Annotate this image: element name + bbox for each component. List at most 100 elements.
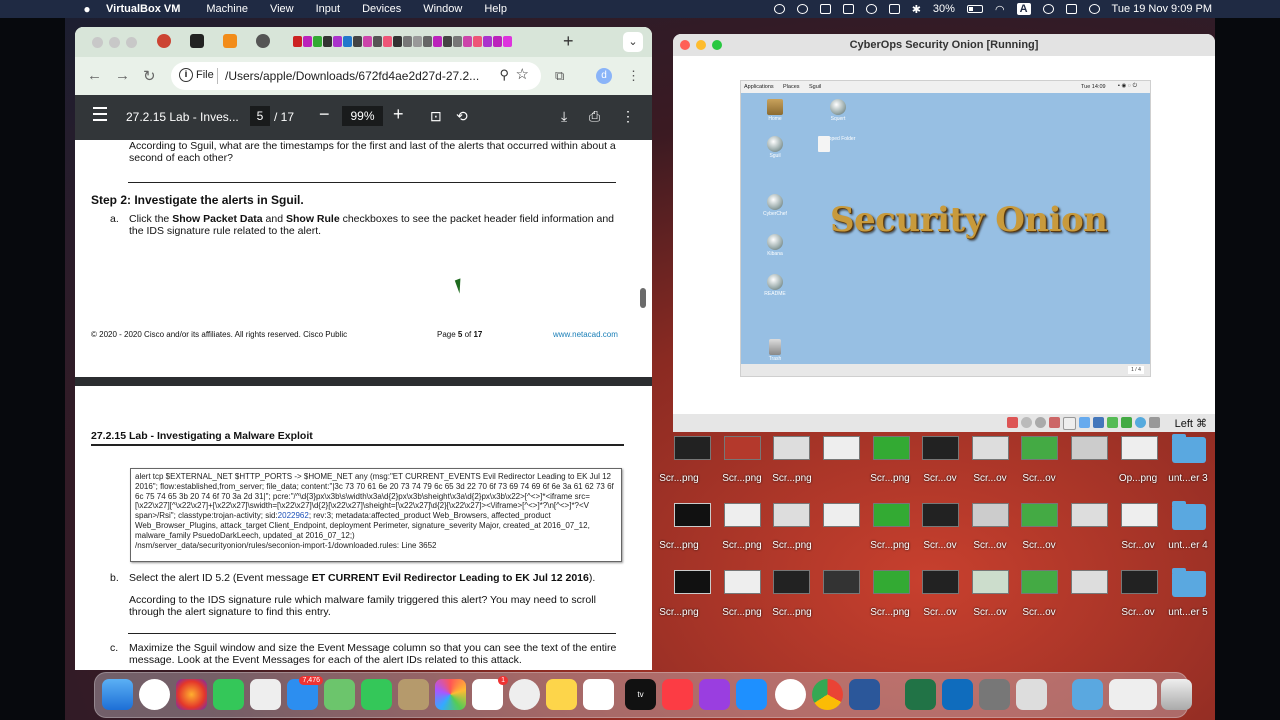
menu-help[interactable]: Help (484, 3, 507, 15)
pdf-scrollbar-thumb[interactable] (640, 288, 646, 308)
zoom-out-button[interactable]: − (319, 104, 330, 125)
desktop-icon-readme[interactable]: README (755, 274, 795, 297)
address-bar[interactable]: i File /Users/apple/Downloads/672fd4ae2d… (171, 62, 541, 90)
facetime-icon[interactable] (361, 679, 392, 710)
launchpad-icon[interactable] (250, 679, 281, 710)
tab-favicon-globe[interactable] (256, 34, 270, 48)
forward-arrow-icon[interactable]: → (115, 67, 130, 84)
maps-icon[interactable] (324, 679, 355, 710)
file-thumb[interactable] (1121, 570, 1158, 594)
file-thumb[interactable] (674, 436, 711, 460)
menu-input[interactable]: Input (316, 3, 340, 15)
new-tab-button[interactable]: + (563, 31, 574, 52)
vbox-minimize-button[interactable] (696, 40, 706, 50)
tab-favicon-chrome[interactable] (157, 34, 171, 48)
vbox-zoom-button[interactable] (712, 40, 722, 50)
firefox-icon[interactable] (176, 679, 207, 710)
url-text[interactable]: /Users/apple/Downloads/672fd4ae2d27d-27.… (225, 69, 479, 83)
desktop-icon-squert[interactable]: Squert (818, 99, 858, 122)
whatsapp-icon[interactable] (509, 679, 540, 710)
tab-favicon-amazon[interactable] (223, 34, 237, 48)
file-thumb[interactable] (823, 503, 860, 527)
extensions-icon[interactable]: ⧉ (555, 68, 564, 84)
workspace-pager[interactable]: 1 / 4 (1128, 366, 1144, 374)
desktop-icon-kibana[interactable]: Kibana (755, 234, 795, 257)
file-thumb[interactable] (922, 436, 959, 460)
guest-menu-places[interactable]: Places (783, 84, 800, 90)
display-icon[interactable] (819, 4, 831, 14)
menu-machine[interactable]: Machine (206, 3, 248, 15)
back-arrow-icon[interactable]: ← (87, 67, 102, 84)
hamburger-menu-icon[interactable] (93, 107, 107, 125)
file-thumb[interactable] (1071, 436, 1108, 460)
downloads-folder-icon[interactable] (1072, 679, 1103, 710)
notes-icon[interactable] (546, 679, 577, 710)
rotate-icon[interactable]: ⟲ (456, 108, 468, 125)
tab-favicon-cluster[interactable] (293, 36, 512, 47)
app-store-icon[interactable] (736, 679, 767, 710)
file-thumb[interactable] (1021, 436, 1058, 460)
wifi-icon[interactable]: ◠ (995, 3, 1005, 16)
file-thumb[interactable] (922, 570, 959, 594)
menu-app-name[interactable]: VirtualBox VM (106, 3, 180, 15)
print-icon[interactable]: ⎙ (589, 108, 600, 125)
file-thumb[interactable] (724, 436, 761, 460)
file-thumb[interactable] (773, 570, 810, 594)
info-icon[interactable]: i (179, 68, 193, 82)
bookmark-star-icon[interactable]: ☆ (516, 65, 529, 83)
apple-tv-icon[interactable]: tv (625, 679, 656, 710)
file-thumb[interactable] (773, 503, 810, 527)
vbox-device-icons[interactable] (1007, 417, 1160, 430)
outlook-icon[interactable] (942, 679, 973, 710)
file-thumb[interactable] (972, 570, 1009, 594)
zoom-in-button[interactable]: + (393, 104, 404, 125)
guest-menu-applications[interactable]: Applications (744, 84, 774, 90)
file-thumb[interactable] (1121, 436, 1158, 460)
user-icon[interactable] (1042, 4, 1054, 14)
word-icon[interactable] (849, 679, 880, 710)
footer-link[interactable]: www.netacad.com (553, 330, 618, 339)
guest-tray-icons[interactable]: ▪ ◉ ◌ ⏻ (1118, 83, 1137, 90)
file-thumb[interactable] (873, 570, 910, 594)
folder-icon[interactable] (1172, 501, 1206, 530)
file-thumb[interactable] (1071, 503, 1108, 527)
download-icon[interactable]: ⤓ (561, 108, 567, 125)
file-thumb[interactable] (674, 503, 711, 527)
apple-menu-icon[interactable]: ● (80, 2, 94, 16)
file-thumb[interactable] (1071, 570, 1108, 594)
finder-icon[interactable] (102, 679, 133, 710)
file-thumb[interactable] (972, 503, 1009, 527)
menubar-clock[interactable]: Tue 19 Nov 9:09 PM (1112, 3, 1212, 15)
zoom-magnifier-icon[interactable]: ⚲ (499, 67, 509, 83)
reload-icon[interactable]: ↻ (143, 67, 156, 85)
zoom-input[interactable]: 99% (342, 106, 383, 126)
desktop-icon-dropped-folder[interactable]: Dropped Folder (818, 136, 858, 152)
trash-icon[interactable] (1161, 679, 1192, 710)
screen-share-icon[interactable] (796, 4, 808, 14)
desktop-icon-sguil[interactable]: Sguil (755, 136, 795, 159)
mail-icon[interactable]: 7,476 (287, 676, 323, 710)
window-zoom-button[interactable] (126, 37, 137, 48)
folder-icon[interactable] (1172, 568, 1206, 597)
rule-sid-link[interactable]: 2022962 (278, 511, 309, 520)
excel-icon[interactable] (905, 679, 936, 710)
utility-icon[interactable] (979, 679, 1010, 710)
file-thumb[interactable] (972, 436, 1009, 460)
freeform-icon[interactable] (583, 679, 614, 710)
record-icon[interactable] (773, 4, 785, 14)
fit-page-icon[interactable]: ⊡ (430, 108, 442, 125)
desktop-icon-trash[interactable]: Trash (755, 339, 795, 362)
tab-favicon-l[interactable] (190, 34, 204, 48)
file-thumb[interactable] (674, 570, 711, 594)
file-thumb[interactable] (724, 570, 761, 594)
control-center-icon[interactable] (1065, 4, 1077, 14)
messages-icon[interactable] (213, 679, 244, 710)
vm-display[interactable]: Applications Places Sguil Tue 14:09 ▪ ◉ … (673, 56, 1215, 414)
desktop-icon-home[interactable]: Home (755, 99, 795, 122)
vbox-close-button[interactable] (680, 40, 690, 50)
guest-desktop[interactable]: Applications Places Sguil Tue 14:09 ▪ ◉ … (740, 80, 1151, 377)
window-close-button[interactable] (92, 37, 103, 48)
pdf-viewport[interactable]: According to Sguil, what are the timesta… (75, 140, 652, 670)
input-source-icon[interactable]: A (1016, 3, 1031, 15)
chrome-icon[interactable] (812, 679, 843, 710)
